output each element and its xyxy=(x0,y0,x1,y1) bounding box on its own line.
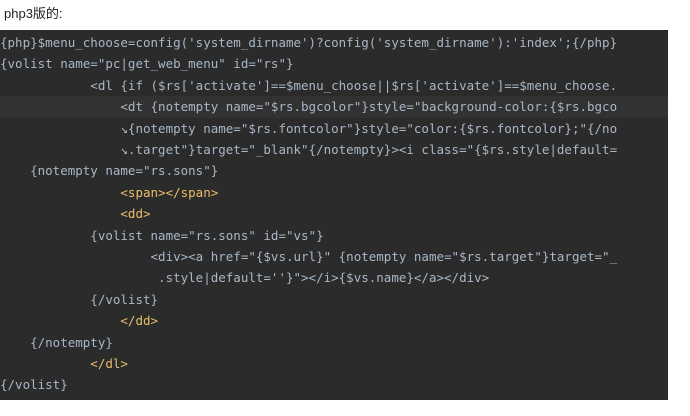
code-line-15: {/notempty} xyxy=(0,334,113,350)
code-line-5: ↘{notempty name="$rs.fontcolor"}style="c… xyxy=(0,120,618,136)
code-line-9: <dd> xyxy=(0,206,151,222)
code-line-13: {/volist} xyxy=(0,291,159,307)
code-line-11: <div><a href="{$vs.url}" {notempty name=… xyxy=(0,249,618,264)
code-line-1: {php}$menu_choose=config('system_dirname… xyxy=(0,35,618,50)
code-line-16: </dl> xyxy=(0,356,128,371)
code-editor[interactable]: {php}$menu_choose=config('system_dirname… xyxy=(0,30,668,400)
caption-strip: php3版的: xyxy=(0,0,690,30)
code-line-2: {volist name="pc|get_web_menu" id="rs"} xyxy=(0,56,294,72)
code-line-6: ↘.target"}target="_blank"{/notempty}><i … xyxy=(0,142,618,157)
code-line-14: </dd> xyxy=(0,313,159,329)
code-line-17: {/volist} xyxy=(0,377,68,393)
code-line-4: <dt {notempty name="$rs.bgcolor"}style="… xyxy=(0,96,668,118)
code-line-8: <span></span> xyxy=(0,184,219,200)
code-line-7: {notempty name="rs.sons"} xyxy=(0,163,219,179)
caption-text: php3版的: xyxy=(4,6,63,21)
code-line-3: <dl {if ($rs['activate']==$menu_choose||… xyxy=(0,77,618,93)
code-line-12: .style|default=''}"></i>{$vs.name}</a></… xyxy=(0,270,490,286)
code-line-10: {volist name="rs.sons" id="vs"} xyxy=(0,227,324,243)
right-margin xyxy=(668,30,690,400)
